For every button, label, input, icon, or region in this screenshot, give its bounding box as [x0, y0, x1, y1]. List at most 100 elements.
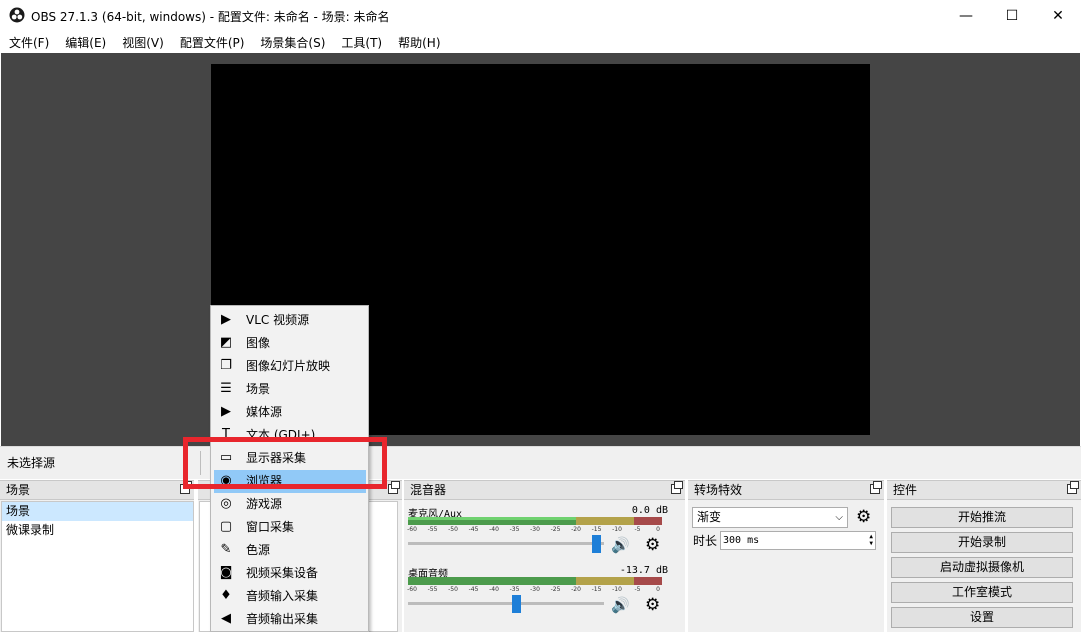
context-menu-item-label: 图像幻灯片放映 [246, 359, 331, 373]
meter-tick-label: -30 [530, 586, 540, 593]
volume-slider-track[interactable] [408, 602, 604, 605]
studio-mode-button[interactable]: 工作室模式 [891, 582, 1073, 603]
transition-select-value: 渐变 [697, 510, 722, 524]
mixer-dock-header: 混音器 [404, 481, 685, 500]
maximize-button[interactable]: ☐ [989, 0, 1035, 31]
menu-help[interactable]: 帮助(H) [392, 34, 446, 51]
meter-tick-label: -55 [427, 586, 438, 593]
scene-item[interactable]: 微课录制 [2, 521, 193, 540]
undock-icon[interactable] [1067, 481, 1079, 494]
track-db-readout: 0.0 dB [631, 505, 668, 516]
speaker-icon[interactable]: 🔊 [611, 537, 631, 553]
menu-file[interactable]: 文件(F) [3, 34, 55, 51]
menu-edit[interactable]: 编辑(E) [59, 34, 112, 51]
scenes-dock-title: 场景 [6, 483, 31, 497]
scene-item[interactable]: 场景 [2, 502, 193, 521]
meter-tick-label: -15 [591, 526, 602, 533]
meter-tick-label: -10 [612, 586, 622, 593]
gear-icon[interactable]: ⚙ [856, 507, 871, 527]
context-menu-item[interactable]: ◀ 音频输出采集 [214, 608, 366, 631]
meter-tick-label: -20 [571, 586, 581, 593]
context-menu-item[interactable]: ✎ 色源 [214, 539, 366, 562]
meter-tick-label: -45 [468, 526, 479, 533]
annotation-highlight-box [183, 437, 387, 489]
minimize-button[interactable]: — [943, 0, 989, 31]
mixer-track: 桌面音频 -13.7 dB -60 -55 -50 -45 -40 -35 -30 -25 -20-… [407, 565, 668, 623]
gear-icon[interactable]: ⚙ [645, 596, 663, 614]
meter-tick-label: -40 [489, 586, 499, 593]
close-button[interactable]: ✕ [1035, 0, 1081, 31]
play-icon: ▶ [221, 404, 231, 419]
camera-icon: ◙ [219, 565, 233, 580]
meter-ticks: -60 -55 -50 -45 -40 -35 -30 -25 -20 -15 -10 -5 0 [407, 585, 662, 595]
speaker-icon[interactable]: 🔊 [611, 597, 631, 613]
source-toolbar: 未选择源 [0, 446, 1081, 479]
volume-meter [408, 577, 662, 585]
start-recording-button[interactable]: 开始录制 [891, 532, 1073, 553]
meter-tick-label: -25 [550, 526, 561, 533]
menu-tools[interactable]: 工具(T) [335, 34, 388, 51]
volume-meter [408, 517, 662, 525]
obs-logo-icon [9, 7, 25, 23]
volume-slider-handle[interactable] [511, 595, 521, 613]
meter-tick-label: 0 [656, 586, 660, 593]
meter-red-zone [634, 517, 662, 525]
meter-tick-label: -20 [571, 526, 581, 533]
meter-level-bar [408, 517, 576, 520]
context-menu-item[interactable]: ▶ VLC 视频源 [214, 309, 366, 332]
settings-button[interactable]: 设置 [891, 607, 1073, 628]
preview-area [1, 53, 1080, 446]
context-menu-item[interactable]: ☰ 场景 [214, 378, 366, 401]
undock-icon[interactable] [388, 481, 400, 494]
gamepad-icon: ◎ [220, 496, 232, 511]
duration-input[interactable]: 300 ms ▲ ▼ [720, 531, 876, 550]
volume-slider-track[interactable] [408, 542, 604, 545]
context-menu-item-label: 色源 [246, 543, 271, 557]
context-menu-item[interactable]: ◙ 视频采集设备 [214, 562, 366, 585]
meter-tick-label: -35 [509, 586, 520, 593]
meter-tick-label: -55 [427, 526, 438, 533]
no-source-selected-label: 未选择源 [7, 456, 56, 470]
meter-red-zone [634, 577, 662, 585]
context-menu-item-label: 媒体源 [246, 405, 283, 419]
undock-icon[interactable] [671, 481, 683, 494]
transition-select[interactable]: 渐变 ⌵ [692, 507, 848, 528]
context-menu-item[interactable]: ▢ 窗口采集 [214, 516, 366, 539]
meter-tick-label: -5 [634, 526, 641, 533]
meter-ticks: -60 -55 -50 -45 -40 -35 -30 -25 -20 -15 -10 -5 0 [407, 525, 662, 535]
menu-profile[interactable]: 配置文件(P) [174, 34, 251, 51]
controls-dock-header: 控件 [887, 481, 1081, 500]
track-db-readout: -13.7 dB [619, 565, 668, 576]
undock-icon[interactable] [870, 481, 882, 494]
menu-scene-collection[interactable]: 场景集合(S) [254, 34, 331, 51]
duration-value: 300 ms [723, 535, 760, 546]
gear-icon[interactable]: ⚙ [645, 536, 663, 554]
context-menu-item[interactable]: ◩ 图像 [214, 332, 366, 355]
context-menu-item-label: 游戏源 [246, 497, 283, 511]
context-menu-item[interactable]: ♦ 音频输入采集 [214, 585, 366, 608]
meter-tick-label: -15 [591, 586, 602, 593]
spinner-arrows-icon[interactable]: ▲ ▼ [869, 533, 873, 547]
scenes-dock-header: 场景 [0, 481, 194, 500]
start-virtual-camera-button[interactable]: 启动虚拟摄像机 [891, 557, 1073, 578]
context-menu-item[interactable]: ◎ 游戏源 [214, 493, 366, 516]
play-icon: ▶ [221, 312, 231, 327]
scenes-dock: 场景 场景 微课录制 [0, 480, 194, 632]
meter-tick-label: -60 [407, 586, 417, 593]
meter-yellow-zone [575, 517, 635, 525]
chevron-down-icon: ⌵ [835, 512, 843, 523]
window-title: OBS 27.1.3 (64-bit, windows) - 配置文件: 未命名… [31, 10, 390, 24]
meter-tick-label: -50 [448, 586, 458, 593]
context-menu-item-label: VLC 视频源 [246, 313, 310, 327]
title-bar: OBS 27.1.3 (64-bit, windows) - 配置文件: 未命名… [0, 0, 1081, 31]
menu-bar: 文件(F) 编辑(E) 视图(V) 配置文件(P) 场景集合(S) 工具(T) … [0, 31, 1081, 53]
context-menu-item-label: 图像 [246, 336, 271, 350]
menu-view[interactable]: 视图(V) [116, 34, 170, 51]
context-menu-item[interactable]: ▶ 媒体源 [214, 401, 366, 424]
volume-slider-handle[interactable] [592, 535, 602, 553]
context-menu-item-label: 视频采集设备 [246, 566, 319, 580]
slideshow-icon: ❐ [220, 358, 232, 373]
context-menu-item[interactable]: ❐ 图像幻灯片放映 [214, 355, 366, 378]
start-streaming-button[interactable]: 开始推流 [891, 507, 1073, 528]
duration-label: 时长 [693, 534, 718, 548]
